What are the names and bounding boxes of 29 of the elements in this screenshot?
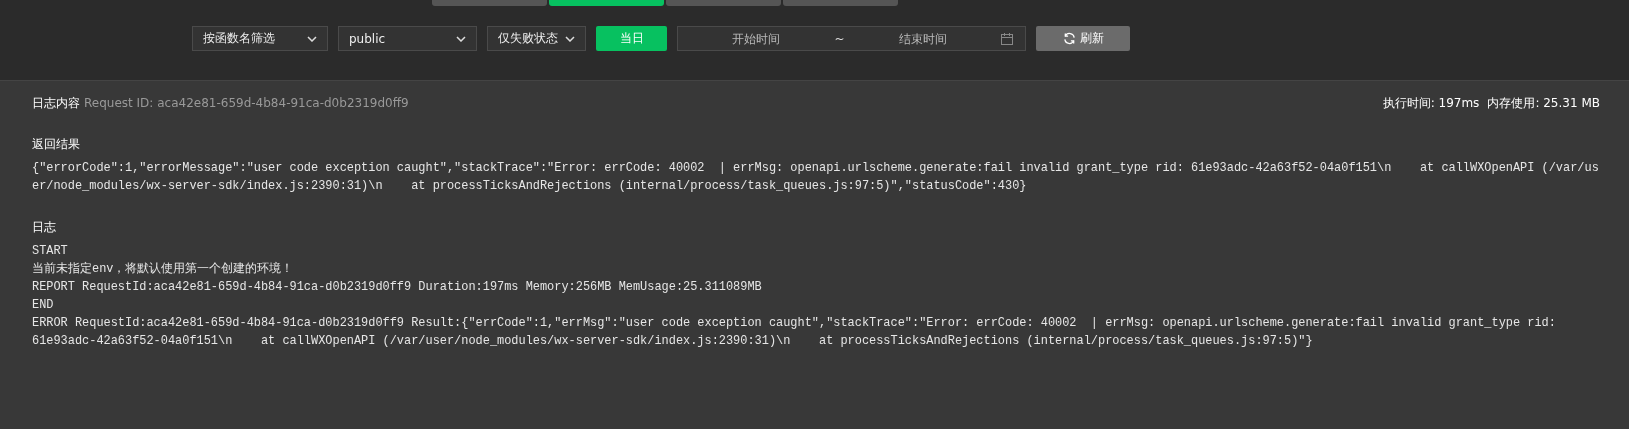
- caret-icon: [565, 35, 575, 42]
- tab[interactable]: [783, 0, 898, 6]
- function-select[interactable]: 按函数名筛选: [192, 26, 328, 51]
- refresh-icon: [1062, 32, 1076, 45]
- range-separator: ~: [834, 31, 845, 46]
- log-line: ERROR RequestId:aca42e81-659d-4b84-91ca-d0b2319d0ff9 Result:{"errCode":1,"errMsg":"user code exception caught","stackTrace":"Error: errCode: 40002 | errMsg: openapi.urlscheme.generate:fail invalid grant_type rid: 61e93adc-42a63f52-04a0f151\n at callWXOpenAPI (/var/user/node_modules/wx-server-sdk/index.js:2390:31)\n at processTicksAndRejections (internal/process/task_queues.js:97:5)"}: [32, 315, 1557, 350]
- section-title: 返回结果: [32, 136, 81, 153]
- status-select[interactable]: 仅失败状态: [487, 26, 586, 51]
- log-line: START: [32, 243, 69, 260]
- log-line: REPORT RequestId:aca42e81-659d-4b84-91ca-d0b2319d0ff9 Duration:197ms Memory:256MB MemUsage:25.311089MB: [32, 279, 763, 296]
- caret-icon: [456, 35, 466, 42]
- result-text: {"errorCode":1,"errorMessage":"user code exception caught","stackTrace":"Error: errCode: 40002 | errMsg: openapi.urlscheme.generate:fail invalid grant_type rid: 61e93adc-42a63f52-04a0f151\n at callWXOpenAPI (/var/user/node_modules/wx-server-sdk/index.js:2390:31)\n at processTicksAndRejections (internal/process/task_queues.js:97:5)","statusCode":430}: [32, 160, 1600, 195]
- date-range-field[interactable]: 开始时间 ~ 结束时间: [677, 26, 1026, 51]
- log-line: END: [32, 297, 55, 314]
- namespace-select[interactable]: public: [338, 26, 477, 51]
- tab[interactable]: [666, 0, 781, 6]
- calendar-icon: [1001, 32, 1013, 45]
- refresh-button[interactable]: 刷新: [1036, 26, 1130, 51]
- tab[interactable]: [549, 0, 664, 6]
- memory-usage: 内存使用: 25.31 MB: [1487, 95, 1600, 112]
- request-id: Request ID: aca42e81-659d-4b84-91ca-d0b2319d0ff9: [84, 96, 409, 110]
- exec-time: 执行时间: 197ms: [1382, 95, 1480, 112]
- caret-icon: [307, 35, 317, 42]
- log-title: 日志内容: [32, 95, 80, 112]
- end-time-field[interactable]: 结束时间: [844, 30, 1001, 47]
- start-time-field[interactable]: 开始时间: [678, 30, 835, 47]
- tab[interactable]: [432, 0, 547, 6]
- section-title: 日志: [32, 219, 57, 236]
- log-line: 当前未指定env，将默认使用第一个创建的环境！: [32, 261, 295, 278]
